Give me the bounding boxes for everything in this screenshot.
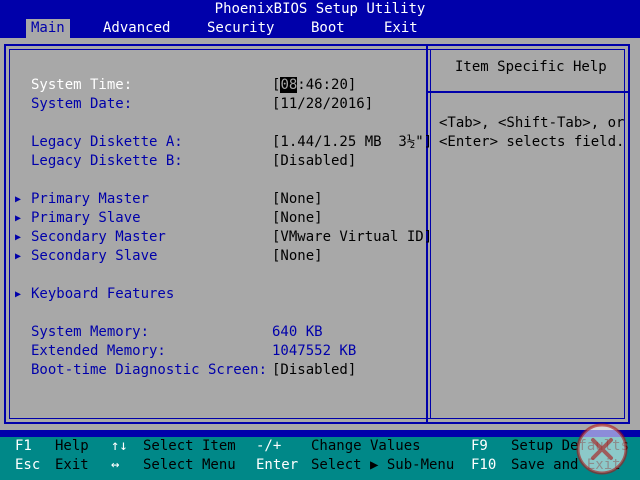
enter-key[interactable]: Enter <box>256 456 298 475</box>
f10-key[interactable]: F10 <box>471 456 496 475</box>
secondary-master-label[interactable]: Secondary Master <box>31 228 166 247</box>
submenu-arrow-icon: ▶ <box>15 194 22 205</box>
f9-key[interactable]: F9 <box>471 437 488 456</box>
legacy-diskette-a-label[interactable]: Legacy Diskette A: <box>31 133 183 152</box>
system-memory-value: 640 KB <box>272 324 323 340</box>
system-date-label[interactable]: System Date: <box>31 95 132 114</box>
enter-desc: Select ▶ Sub-Menu <box>311 457 455 473</box>
tab-security[interactable]: Security <box>202 19 279 38</box>
status-bar: F1 Help ↑↓ Select Item -/+ Change Values… <box>0 437 640 480</box>
esc-key[interactable]: Esc <box>15 456 40 475</box>
legacy-diskette-a-value[interactable]: [1.44/1.25 MB 3½"] <box>272 133 432 152</box>
help-title-divider <box>428 91 630 93</box>
f1-key[interactable]: F1 <box>15 437 32 456</box>
tab-advanced[interactable]: Advanced <box>98 19 175 38</box>
tab-boot[interactable]: Boot <box>306 19 350 38</box>
primary-slave-value[interactable]: [None] <box>272 209 323 228</box>
minusplus-desc: Change Values <box>311 438 421 454</box>
primary-master-value[interactable]: [None] <box>272 190 323 209</box>
help-text-line: <Tab>, <Shift-Tab>, or <box>439 115 625 131</box>
minus-plus-key[interactable]: -/+ <box>256 437 281 456</box>
menu-bar: Main Advanced Security Boot Exit <box>0 19 640 38</box>
submenu-arrow-icon: ▶ <box>15 232 22 243</box>
system-memory-label: System Memory: <box>31 324 150 340</box>
secondary-slave-value[interactable]: [None] <box>272 247 323 266</box>
leftright-desc: Select Menu <box>143 457 236 473</box>
system-time-label[interactable]: System Time: <box>31 76 132 95</box>
up-down-arrows-icon[interactable]: ↑↓ <box>111 437 128 456</box>
help-title: Item Specific Help <box>455 59 607 75</box>
primary-slave-label[interactable]: Primary Slave <box>31 209 141 228</box>
submenu-arrow-icon: ▶ <box>15 289 22 300</box>
system-time-rest: :46:20] <box>297 77 357 93</box>
secondary-slave-label[interactable]: Secondary Slave <box>31 247 157 266</box>
site-logo-watermark-icon <box>576 423 628 475</box>
system-time-hour-field[interactable]: 08 <box>280 77 298 93</box>
submenu-arrow-icon: ▶ <box>15 251 22 262</box>
tab-exit[interactable]: Exit <box>379 19 423 38</box>
help-text-line: <Enter> selects field. <box>439 134 625 150</box>
left-right-arrows-icon[interactable]: ↔ <box>111 456 119 475</box>
primary-master-label[interactable]: Primary Master <box>31 190 149 209</box>
system-time-value[interactable]: [08:46:20] <box>272 76 356 95</box>
f1-desc: Help <box>55 438 89 454</box>
keyboard-features-label[interactable]: Keyboard Features <box>31 285 174 304</box>
boot-diagnostic-value[interactable]: [Disabled] <box>272 361 356 380</box>
legacy-diskette-b-label[interactable]: Legacy Diskette B: <box>31 152 183 171</box>
secondary-master-value[interactable]: [VMware Virtual ID] <box>272 228 432 247</box>
legacy-diskette-b-value[interactable]: [Disabled] <box>272 152 356 171</box>
esc-desc: Exit <box>55 457 89 473</box>
extended-memory-label: Extended Memory: <box>31 343 166 359</box>
boot-diagnostic-label[interactable]: Boot-time Diagnostic Screen: <box>31 361 267 380</box>
window-title: PhoenixBIOS Setup Utility <box>0 0 640 19</box>
updown-desc: Select Item <box>143 438 236 454</box>
system-date-value[interactable]: [11/28/2016] <box>272 95 373 114</box>
submenu-arrow-icon: ▶ <box>15 213 22 224</box>
extended-memory-value: 1047552 KB <box>272 343 357 359</box>
tab-main[interactable]: Main <box>26 19 70 38</box>
